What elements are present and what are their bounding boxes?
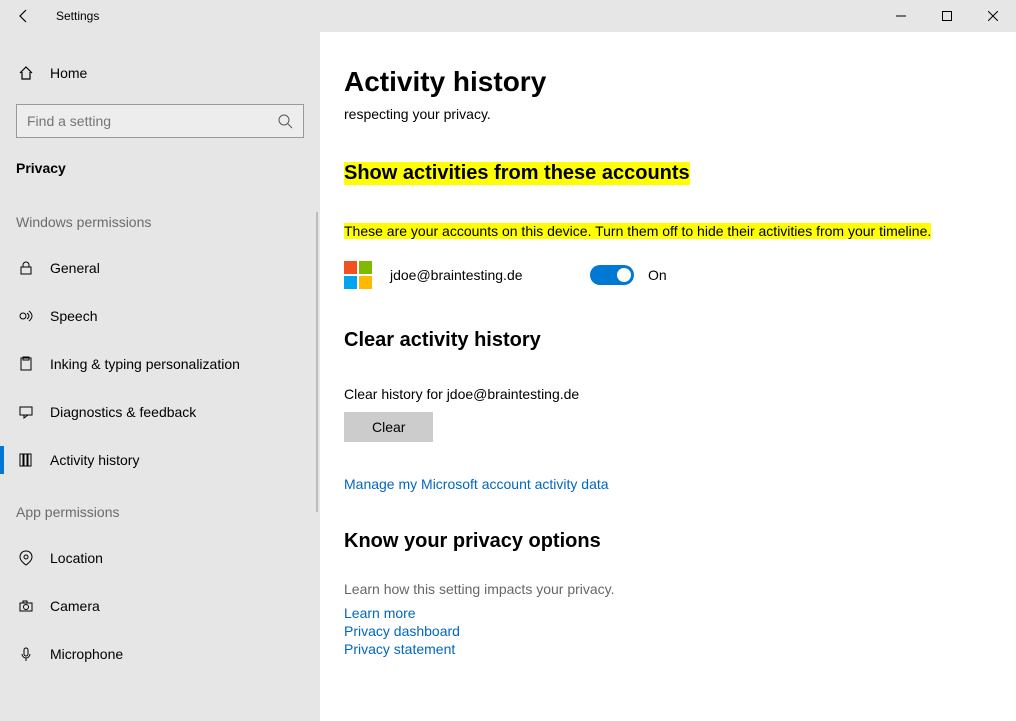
nav-label: Inking & typing personalization xyxy=(50,356,240,372)
home-label: Home xyxy=(50,65,87,81)
clear-heading: Clear activity history xyxy=(344,329,541,352)
nav-label: Microphone xyxy=(50,646,123,662)
account-email: jdoe@braintesting.de xyxy=(390,267,590,283)
speech-icon xyxy=(16,308,36,324)
account-row: jdoe@braintesting.de On xyxy=(344,261,976,289)
nav-location[interactable]: Location xyxy=(0,534,320,582)
section-app-permissions: App permissions xyxy=(0,484,320,534)
home-icon xyxy=(16,65,36,81)
close-button[interactable] xyxy=(970,0,1016,32)
privacy-dashboard-link[interactable]: Privacy dashboard xyxy=(344,623,976,639)
toggle-state: On xyxy=(648,267,667,283)
camera-icon xyxy=(16,598,36,614)
know-heading: Know your privacy options xyxy=(344,530,601,553)
minimize-button[interactable] xyxy=(878,0,924,32)
manage-link[interactable]: Manage my Microsoft account activity dat… xyxy=(344,476,976,492)
window-title: Settings xyxy=(56,9,99,23)
maximize-button[interactable] xyxy=(924,0,970,32)
sidebar: Home Privacy Windows permissions General… xyxy=(0,32,320,721)
content-pane: Activity history respecting your privacy… xyxy=(320,32,1016,721)
nav-label: Location xyxy=(50,550,103,566)
accounts-heading: Show activities from these accounts xyxy=(344,162,690,185)
lock-icon xyxy=(16,260,36,276)
clear-button[interactable]: Clear xyxy=(344,412,433,442)
nav-general[interactable]: General xyxy=(0,244,320,292)
microphone-icon xyxy=(16,646,36,662)
clear-desc: Clear history for jdoe@braintesting.de xyxy=(344,386,976,402)
learn-more-link[interactable]: Learn more xyxy=(344,605,976,621)
nav-camera[interactable]: Camera xyxy=(0,582,320,630)
nav-microphone[interactable]: Microphone xyxy=(0,630,320,678)
sidebar-scrollbar[interactable] xyxy=(316,212,318,512)
location-icon xyxy=(16,550,36,566)
section-windows-permissions: Windows permissions xyxy=(0,194,320,244)
back-button[interactable] xyxy=(0,0,48,32)
nav-label: Camera xyxy=(50,598,100,614)
nav-label: Speech xyxy=(50,308,97,324)
accounts-desc: These are your accounts on this device. … xyxy=(344,223,931,239)
search-field[interactable] xyxy=(27,113,277,129)
feedback-icon xyxy=(16,404,36,420)
nav-activity-history[interactable]: Activity history xyxy=(0,436,320,484)
privacy-statement-link[interactable]: Privacy statement xyxy=(344,641,976,657)
nav-label: General xyxy=(50,260,100,276)
clipboard-icon xyxy=(16,356,36,372)
page-title: Activity history xyxy=(344,66,976,98)
account-toggle[interactable] xyxy=(590,265,634,285)
intro-text: respecting your privacy. xyxy=(344,106,976,122)
nav-label: Activity history xyxy=(50,452,139,468)
nav-diagnostics[interactable]: Diagnostics & feedback xyxy=(0,388,320,436)
home-nav[interactable]: Home xyxy=(0,52,320,94)
search-input[interactable] xyxy=(16,104,304,138)
history-icon xyxy=(16,452,36,468)
search-icon xyxy=(277,113,293,129)
microsoft-logo-icon xyxy=(344,261,372,289)
nav-inking[interactable]: Inking & typing personalization xyxy=(0,340,320,388)
nav-speech[interactable]: Speech xyxy=(0,292,320,340)
know-desc: Learn how this setting impacts your priv… xyxy=(344,581,976,597)
titlebar: Settings xyxy=(0,0,1016,32)
nav-label: Diagnostics & feedback xyxy=(50,404,196,420)
category-label: Privacy xyxy=(0,154,320,194)
